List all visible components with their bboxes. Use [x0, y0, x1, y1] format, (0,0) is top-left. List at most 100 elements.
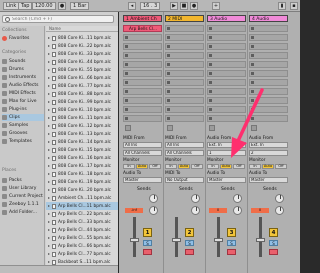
track-header[interactable]: 3 Audio — [207, 15, 246, 22]
expand-triangle-icon[interactable] — [48, 229, 50, 231]
io-from-select[interactable]: Ext. In — [249, 142, 288, 148]
clip-slot-filled[interactable]: Arp Bells Cl... — [123, 25, 162, 32]
sidebar-item-current-project[interactable]: Current Project — [2, 193, 44, 200]
clip-slot[interactable] — [165, 79, 204, 86]
link-button[interactable]: Link — [3, 2, 20, 10]
send-a-knob[interactable] — [233, 194, 242, 203]
expand-triangle-icon[interactable] — [48, 69, 50, 71]
track-activator-button[interactable]: 1 — [143, 228, 152, 237]
overdub-icon[interactable]: + — [212, 2, 220, 10]
expand-triangle-icon[interactable] — [48, 109, 50, 111]
list-item[interactable]: 808 Core Ki...14 bpm.alc — [46, 138, 118, 146]
expand-triangle-icon[interactable] — [48, 61, 50, 63]
clip-slot[interactable] — [249, 115, 288, 122]
solo-button[interactable]: S — [143, 240, 152, 246]
solo-button[interactable]: S — [185, 240, 194, 246]
clip-slot[interactable] — [207, 52, 246, 59]
clip-slot[interactable] — [207, 97, 246, 104]
slot-stop-icon[interactable] — [251, 27, 254, 30]
slot-stop-icon[interactable] — [125, 81, 128, 84]
list-item[interactable]: 808 Core Ki...55 bpm.alc — [46, 66, 118, 74]
slot-stop-icon[interactable] — [251, 117, 254, 120]
slot-stop-icon[interactable] — [125, 36, 128, 39]
monitor-in-button[interactable]: In — [165, 164, 177, 169]
slot-stop-icon[interactable] — [167, 117, 170, 120]
sidebar-item-instruments[interactable]: Instruments — [2, 74, 44, 81]
list-item[interactable]: 808 Core Ki...44 bpm.alc — [46, 58, 118, 66]
sidebar-item-add-folder[interactable]: Add Folder... — [2, 209, 44, 216]
list-item[interactable]: Arp Bells Cl...33 bpm.alc — [46, 218, 118, 226]
sidebar-item-grooves[interactable]: Grooves — [2, 130, 44, 137]
clip-slot[interactable] — [207, 25, 246, 32]
io-from-select[interactable]: All Ins — [123, 142, 162, 148]
send-b-knob[interactable] — [233, 206, 242, 215]
send-b-knob[interactable] — [149, 206, 158, 215]
send-a-knob[interactable] — [191, 194, 200, 203]
arm-button[interactable] — [227, 249, 236, 255]
list-item[interactable]: Arp Bells Cl...55 bpm.alc — [46, 234, 118, 242]
expand-triangle-icon[interactable] — [48, 261, 50, 263]
monitor-auto-button[interactable]: Auto — [220, 164, 232, 169]
clip-slot[interactable] — [207, 43, 246, 50]
list-item[interactable]: 808 Core Ki...99 bpm.alc — [46, 98, 118, 106]
sidebar-item-clips[interactable]: Clips — [2, 114, 44, 121]
slot-stop-icon[interactable] — [209, 63, 212, 66]
slot-stop-icon[interactable] — [167, 45, 170, 48]
list-item[interactable]: Arp Bells Cl...77 bpm.alc — [46, 250, 118, 258]
list-item[interactable]: 808 Core Ki...11 bpm.alc — [46, 114, 118, 122]
slot-stop-icon[interactable] — [251, 99, 254, 102]
monitor-off-button[interactable]: Off — [275, 164, 287, 169]
clip-slot[interactable] — [165, 52, 204, 59]
list-item[interactable]: Arp Bells Cl...11 bpm.alc — [46, 202, 118, 210]
clip-slot[interactable] — [123, 61, 162, 68]
expand-triangle-icon[interactable] — [48, 85, 50, 87]
expand-triangle-icon[interactable] — [48, 37, 50, 39]
slot-stop-icon[interactable] — [167, 81, 170, 84]
slot-stop-icon[interactable] — [125, 108, 128, 111]
monitor-auto-button[interactable]: Auto — [262, 164, 274, 169]
slot-stop-icon[interactable] — [167, 72, 170, 75]
list-item[interactable]: 808 Core Ki...22 bpm.alc — [46, 42, 118, 50]
list-item[interactable]: 808 Core Ki...11 bpm.alc — [46, 34, 118, 42]
track-activator-button[interactable]: 3 — [227, 228, 236, 237]
list-item[interactable]: 808 Core Ki...13 bpm.alc — [46, 130, 118, 138]
clip-slot[interactable] — [207, 88, 246, 95]
clip-slot[interactable] — [165, 61, 204, 68]
expand-triangle-icon[interactable] — [48, 253, 50, 255]
slot-stop-icon[interactable] — [167, 90, 170, 93]
metronome-icon[interactable]: ● — [58, 2, 66, 10]
expand-triangle-icon[interactable] — [48, 133, 50, 135]
sidebar-item-packs[interactable]: Packs — [2, 177, 44, 184]
clip-slot[interactable] — [165, 34, 204, 41]
slot-stop-icon[interactable] — [167, 36, 170, 39]
clip-slot[interactable] — [123, 52, 162, 59]
clip-slot[interactable] — [207, 61, 246, 68]
clip-slot[interactable] — [249, 61, 288, 68]
quantize-menu[interactable]: 1 Bar — [70, 2, 90, 10]
tempo-field[interactable]: 120.00 — [32, 2, 56, 10]
sidebar-item-sounds[interactable]: Sounds — [2, 58, 44, 65]
io-channel-select[interactable]: All Channels — [123, 150, 162, 156]
list-item[interactable]: Ambient Ch...11 bpm.alc — [46, 194, 118, 202]
clip-slot[interactable] — [249, 106, 288, 113]
expand-triangle-icon[interactable] — [48, 117, 50, 119]
preview-bar[interactable] — [0, 265, 118, 273]
monitor-in-button[interactable]: In — [123, 164, 135, 169]
monitor-off-button[interactable]: Off — [233, 164, 245, 169]
track-activator-button[interactable]: 4 — [269, 228, 278, 237]
clip-slot[interactable] — [123, 79, 162, 86]
track-header[interactable]: 4 Audio — [249, 15, 288, 22]
arm-button[interactable] — [185, 249, 194, 255]
slot-stop-icon[interactable] — [167, 99, 170, 102]
list-item[interactable]: 808 Core Ki...19 bpm.alc — [46, 178, 118, 186]
sidebar-item-plug-ins[interactable]: Plug-ins — [2, 106, 44, 113]
expand-triangle-icon[interactable] — [48, 149, 50, 151]
slot-stop-icon[interactable] — [125, 54, 128, 57]
search-input[interactable] — [12, 16, 112, 22]
clip-slot[interactable] — [165, 70, 204, 77]
io-from-select[interactable]: Ext. In — [207, 142, 246, 148]
arm-button[interactable] — [143, 249, 152, 255]
solo-button[interactable]: S — [269, 240, 278, 246]
list-item[interactable]: 808 Core Ki...16 bpm.alc — [46, 154, 118, 162]
clip-slot[interactable] — [207, 115, 246, 122]
